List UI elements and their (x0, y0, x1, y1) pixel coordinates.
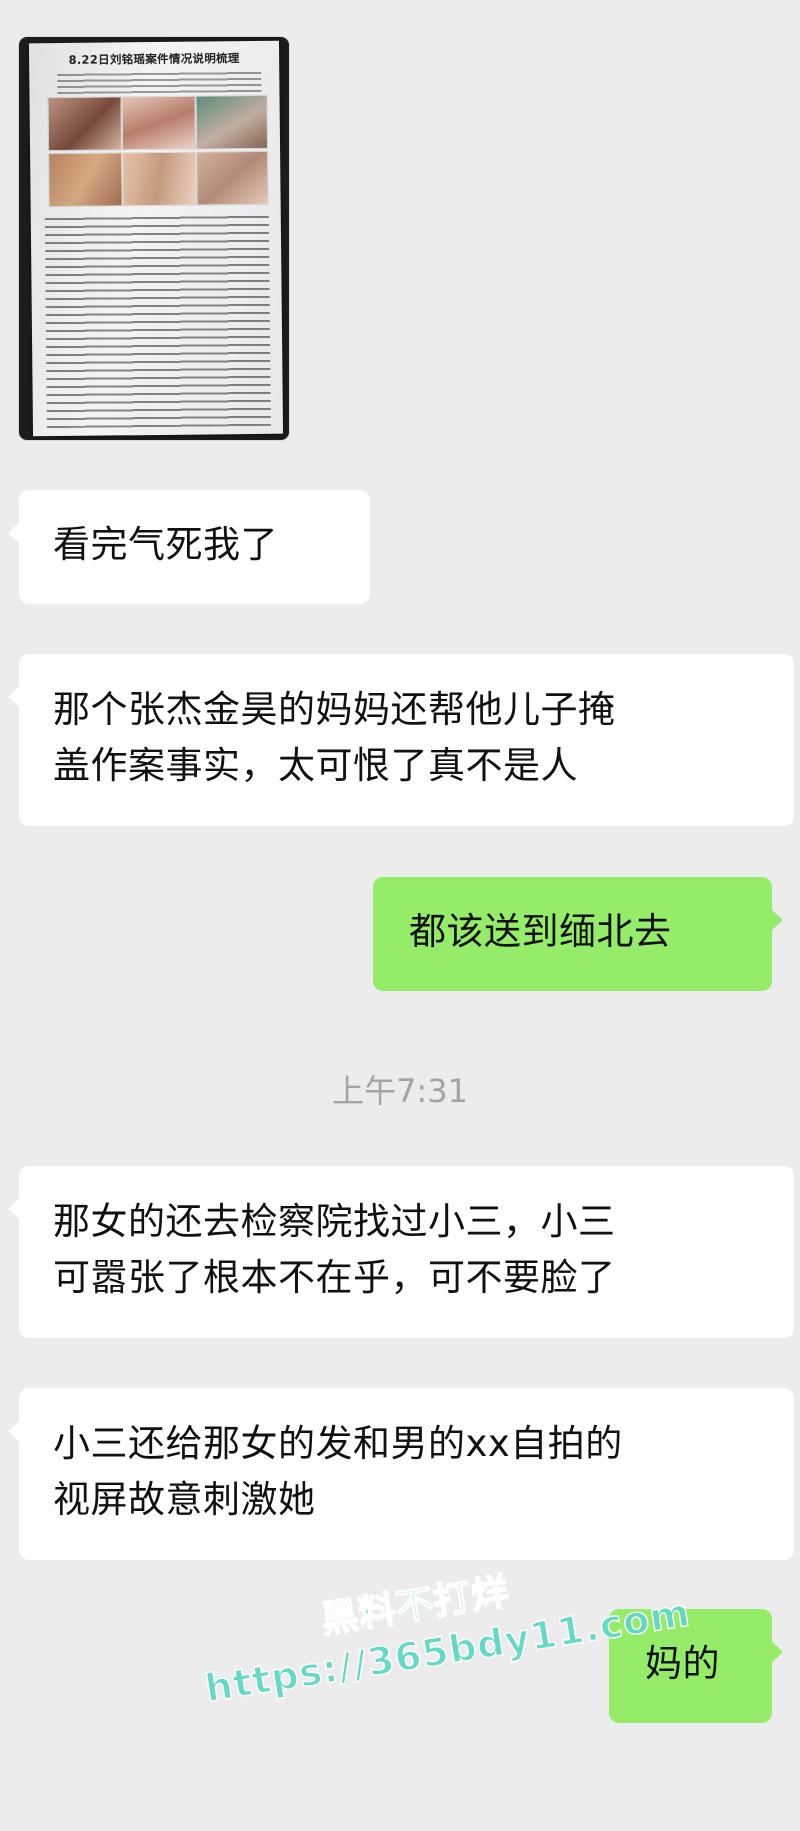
flyer-title: 8.22日刘铭瑶案件情况说明梳理 (68, 51, 240, 67)
message-text: 妈的 (645, 1642, 720, 1685)
flyer-photo: 8.22日刘铭瑶案件情况说明梳理 (28, 40, 284, 437)
message-bubble-outgoing[interactable]: 妈的 (609, 1609, 783, 1723)
message-text: 都该送到缅北去 (409, 910, 672, 953)
message-bubble-outgoing[interactable]: 都该送到缅北去 (373, 877, 783, 991)
message-timestamp: 上午7:31 (332, 1072, 468, 1110)
message-bubble-incoming[interactable]: 看完气死我了 (8, 490, 370, 604)
message-bubble-incoming[interactable]: 那个张杰金昊的妈妈还帮他儿子掩 盖作案事实，太可恨了真不是人 (8, 654, 794, 826)
message-text: 小三还给那女的发和男的xx自拍的 视屏故意刺激她 (53, 1422, 623, 1521)
message-text: 那个张杰金昊的妈妈还帮他儿子掩 盖作案事实，太可恨了真不是人 (53, 688, 616, 787)
flyer-body-text (44, 212, 271, 429)
message-text: 看完气死我了 (53, 523, 278, 566)
image-message[interactable]: 8.22日刘铭瑶案件情况说明梳理 (19, 37, 289, 440)
flyer-photo-grid (47, 94, 269, 208)
flyer-intro-text (57, 69, 262, 95)
message-bubble-incoming[interactable]: 小三还给那女的发和男的xx自拍的 视屏故意刺激她 (8, 1388, 794, 1560)
message-text: 那女的还去检察院找过小三，小三 可嚣张了根本不在乎，可不要脸了 (53, 1200, 616, 1299)
message-bubble-incoming[interactable]: 那女的还去检察院找过小三，小三 可嚣张了根本不在乎，可不要脸了 (8, 1166, 794, 1338)
watermark-line1: 黑料不打烊 (317, 1569, 513, 1643)
